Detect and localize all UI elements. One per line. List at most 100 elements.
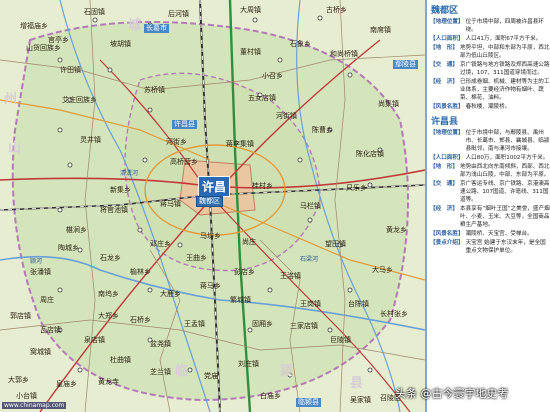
info-text: 天宝宫 始建于东汉末年，是全国重点文物保护单位。 — [465, 240, 546, 254]
info-row: 【经 济】 已形成卷烟、机械、建材等为主的工业体系，主要经济作物有烟叶、蔬菜、棉花… — [430, 78, 550, 102]
town-label: 马栏镇 — [300, 202, 321, 210]
district-tag-weidu[interactable]: 魏都区 — [196, 196, 223, 207]
town-label: 王曲乡 — [186, 254, 207, 262]
town-label: 窝城镇 — [30, 348, 51, 356]
info-label: 【风景名胜】 — [430, 231, 464, 237]
town-label: 石龙乡 — [100, 254, 121, 262]
county-tag-xuchang[interactable]: 许昌县 — [172, 120, 197, 129]
town-label: 党庙 — [204, 372, 218, 380]
info-row: 【交 通】 京广客运专线、京广铁路、京港澳高速公路、107国道、许亳线、311国道… — [430, 180, 550, 204]
town-label: 陈曹乡 — [312, 126, 333, 134]
info-label: 【交 通】 — [430, 62, 458, 68]
info-text: 灞陵桥、天宝宫、受禅台。 — [465, 231, 533, 237]
town-label: 五女店镇 — [248, 94, 276, 102]
info-row: 【地理位置】 位于市境中部，与鄢陵县、禹州市、长葛市、郏县、襄城县、临颍县毗邻，南… — [430, 129, 550, 153]
town-label: 河街乡 — [166, 138, 187, 146]
info-label: 【风景名胜】 — [430, 104, 464, 110]
info-text: 已形成卷烟、机械、建材等为主的工业体系，主要经济作物有烟叶、蔬菜、棉花、油料。 — [459, 79, 550, 101]
town-label: 南坞乡 — [98, 290, 119, 298]
info-text: 位于市境中部，四周被许昌县环绕。 — [465, 19, 544, 33]
town-label: 蒋马乡 — [200, 282, 221, 290]
info-label: 【经 济】 — [430, 79, 458, 85]
info-label: 【地 形】 — [430, 45, 458, 51]
town-label: 尚集镇 — [378, 100, 399, 108]
info-text: 本县享有“烟叶王国”之美誉，盛产烟叶、小麦、玉米、大豆等，全国商品粮生产基地。 — [459, 206, 550, 228]
town-label: 刘庄镇 — [238, 360, 259, 368]
town-label: 新集乡 — [110, 186, 131, 194]
town-label: 杜曲镇 — [110, 356, 131, 364]
info-label: 【景点介绍】 — [430, 240, 464, 246]
town-label: 官亭乡 — [48, 36, 69, 44]
town-label: 高桥营乡 — [170, 158, 198, 166]
town-label: 彭店乡 — [234, 268, 255, 276]
info-row: 【风景名胜】 灞陵桥、天宝宫、受禅台。 — [430, 230, 550, 238]
info-text: 位于市境中部，与鄢陵县、禹州市、长葛市、郏县、襄城县、临颍县毗邻，南与漯河市接壤… — [465, 130, 550, 152]
info-label: 【地 形】 — [430, 164, 458, 170]
town-label: 周庄 — [40, 296, 54, 304]
town-label: 古桥乡 — [326, 6, 347, 14]
section-title: 魏都区 — [431, 6, 459, 16]
town-label: 盆尧镇 — [150, 340, 171, 348]
region-char: 城 — [128, 18, 144, 33]
town-label: 南席镇 — [370, 26, 391, 34]
town-label: 大郭乡 — [8, 376, 29, 384]
town-label: 望田镇 — [325, 240, 346, 248]
info-label: 【交 通】 — [430, 181, 458, 187]
town-label: 马坊乡 — [200, 232, 221, 240]
town-label: 许田镇 — [60, 66, 81, 74]
town-label: 椹涧乡 — [66, 226, 87, 234]
town-label: 灵井镇 — [80, 136, 101, 144]
town-label: 董村镇 — [240, 48, 261, 56]
town-label: 石固镇 — [84, 8, 105, 16]
info-text: 京广客运专线、京广铁路、京港澳高速公路、107国道、许亳线、311国道等。 — [459, 181, 550, 203]
info-text: 人口41万，面积67平方千米。 — [465, 36, 542, 42]
info-label: 【地理位置】 — [430, 130, 464, 136]
county-tag-yanling[interactable]: 鄢陵县 — [393, 60, 418, 69]
town-label: 巨陵镇 — [330, 336, 351, 344]
section-weidu: 魏都区 【地理位置】 位于市境中部，四周被许昌县环绕。 【人口面积】 人口41万，面… — [427, 3, 550, 111]
town-label: 小台镇 — [16, 392, 37, 400]
town-label: 三家店镇 — [290, 322, 318, 330]
region-char: 州 — [4, 92, 20, 107]
town-label: 王岗镇 — [300, 300, 321, 308]
region-char: 县 — [350, 376, 366, 391]
info-label: 【经 济】 — [430, 206, 458, 212]
map-area[interactable]: 城 州 山 临 颍 县 长葛市 许昌县 鄢陵县 临颍县 许昌 魏都区 石固镇 后… — [0, 0, 425, 412]
town-label: 蒋李集镇 — [226, 140, 254, 148]
river-label: 石梁河 — [300, 256, 319, 263]
town-label: 大鹿乡 — [160, 290, 181, 298]
town-label: 台陈镇 — [348, 300, 369, 308]
town-label: 桂村乡 — [252, 182, 273, 190]
info-text: 京广铁路与地方铁路及郑西高速公路过境，107、311国道穿境而过。 — [459, 62, 550, 76]
town-label: 陈化店镇 — [356, 150, 384, 158]
town-label: 张潘镇 — [30, 268, 51, 276]
town-label: 小召乡 — [262, 72, 283, 80]
town-label: 吴家镇 — [350, 396, 371, 404]
town-label: 只乐乡 — [346, 184, 367, 192]
section-xuchang-county: 许昌县 【地理位置】 位于市境中部，与鄢陵县、禹州市、长葛市、郏县、襄城县、临颍县… — [427, 114, 550, 255]
site-url: www.chinamap.com — [2, 402, 67, 409]
town-label: 郭店镇 — [10, 312, 31, 320]
town-label: 瓦店镇 — [40, 326, 61, 334]
city-label-xuchang[interactable]: 许昌 — [198, 176, 231, 197]
town-label: 大郑乡 — [98, 312, 119, 320]
info-row: 【交 通】 京广铁路与地方铁路及郑西高速公路过境，107、311国道穿境而过。 — [430, 61, 550, 77]
region-char: 临 — [175, 364, 191, 379]
town-label: 大马乡 — [372, 266, 393, 274]
region-char: 颍 — [280, 364, 296, 379]
town-label: 泉店镇 — [84, 336, 105, 344]
town-label: 艾庄回族乡 — [62, 96, 97, 104]
town-label: 王孟镇 — [184, 320, 205, 328]
county-tag-changge[interactable]: 长葛市 — [144, 24, 169, 33]
town-label: 增福庙乡 — [20, 22, 48, 30]
town-label: 黄龙乡 — [386, 226, 407, 234]
info-text: 地势平坦，中部和东部为平原，西北部为低山丘陵区。 — [459, 45, 550, 59]
region-char: 山 — [8, 141, 24, 156]
town-label: 蒋马镇 — [160, 200, 181, 208]
info-panel: 魏都区 【地理位置】 位于市境中部，四周被许昌县环绕。 【人口面积】 人口41万，面… — [425, 0, 550, 412]
town-label: 黄龙寺 — [98, 378, 119, 386]
county-tag-linying[interactable]: 临颍县 — [296, 398, 321, 407]
town-label: 白庙乡 — [260, 392, 281, 400]
watermark: 头条 @古今寰宇地史考 — [395, 387, 509, 400]
town-label: 石象乡 — [290, 40, 311, 48]
